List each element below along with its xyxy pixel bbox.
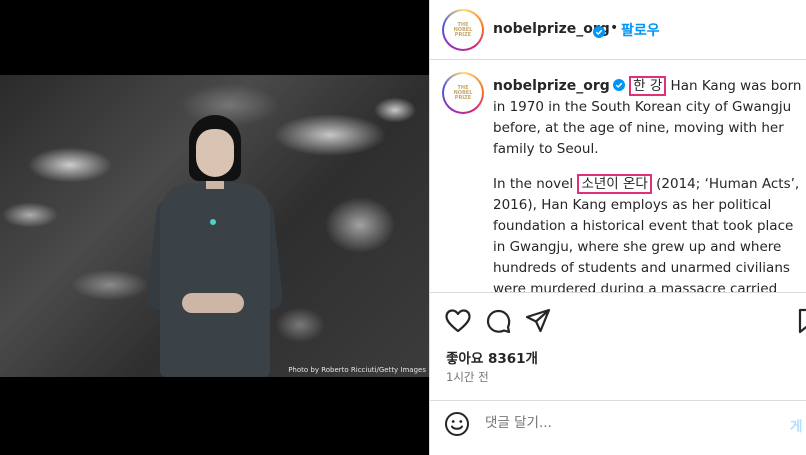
post-side-panel: THE NOBEL PRIZE nobelprize_org • 팔로우 THE…	[429, 0, 806, 455]
avatar-logo-text: THE NOBEL PRIZE	[453, 21, 473, 38]
caption-avatar-logo-text: THE NOBEL PRIZE	[453, 84, 473, 101]
comment-icon[interactable]	[484, 307, 512, 335]
caption-verified-badge-icon	[612, 79, 625, 91]
post-media[interactable]: Photo by Roberto Ricciuti/Getty Images	[0, 0, 429, 455]
separator-dot: •	[610, 20, 619, 36]
follow-button[interactable]: 팔로우	[621, 20, 660, 40]
post-photo: Photo by Roberto Ricciuti/Getty Images	[0, 75, 429, 377]
caption-text: nobelprize_org 한 강 Han Kang was born in …	[493, 76, 803, 292]
highlight-korean-title: 소년이 온다	[577, 174, 652, 194]
save-icon[interactable]	[796, 307, 806, 335]
share-icon[interactable]	[524, 307, 552, 335]
comment-input[interactable]	[485, 415, 765, 431]
photo-credit: Photo by Roberto Ricciuti/Getty Images	[288, 366, 426, 374]
heart-icon[interactable]	[444, 307, 472, 335]
post-comment-button[interactable]: 게	[790, 415, 802, 435]
verified-badge-icon	[590, 22, 605, 41]
avatar[interactable]: THE NOBEL PRIZE	[442, 9, 484, 51]
likes-count[interactable]: 좋아요 8361개	[446, 347, 538, 367]
caption-paragraph-2-prefix: In the novel	[493, 176, 574, 192]
post-header: THE NOBEL PRIZE nobelprize_org • 팔로우	[430, 0, 806, 60]
figure-face	[196, 129, 234, 177]
comment-box: 게	[430, 400, 806, 455]
caption-avatar[interactable]: THE NOBEL PRIZE	[442, 72, 484, 114]
post-caption: THE NOBEL PRIZE nobelprize_org 한 강 Han K…	[430, 60, 806, 292]
caption-username[interactable]: nobelprize_org	[493, 78, 610, 94]
emoji-icon[interactable]	[444, 411, 470, 437]
figure-body	[160, 183, 270, 377]
figure-hands	[182, 293, 244, 313]
instagram-post-modal: Photo by Roberto Ricciuti/Getty Images T…	[0, 0, 806, 455]
highlight-korean-name: 한 강	[629, 76, 667, 96]
figure-pendant	[210, 219, 216, 225]
portrait-figure	[146, 115, 284, 377]
post-timestamp[interactable]: 1시간 전	[446, 369, 489, 385]
